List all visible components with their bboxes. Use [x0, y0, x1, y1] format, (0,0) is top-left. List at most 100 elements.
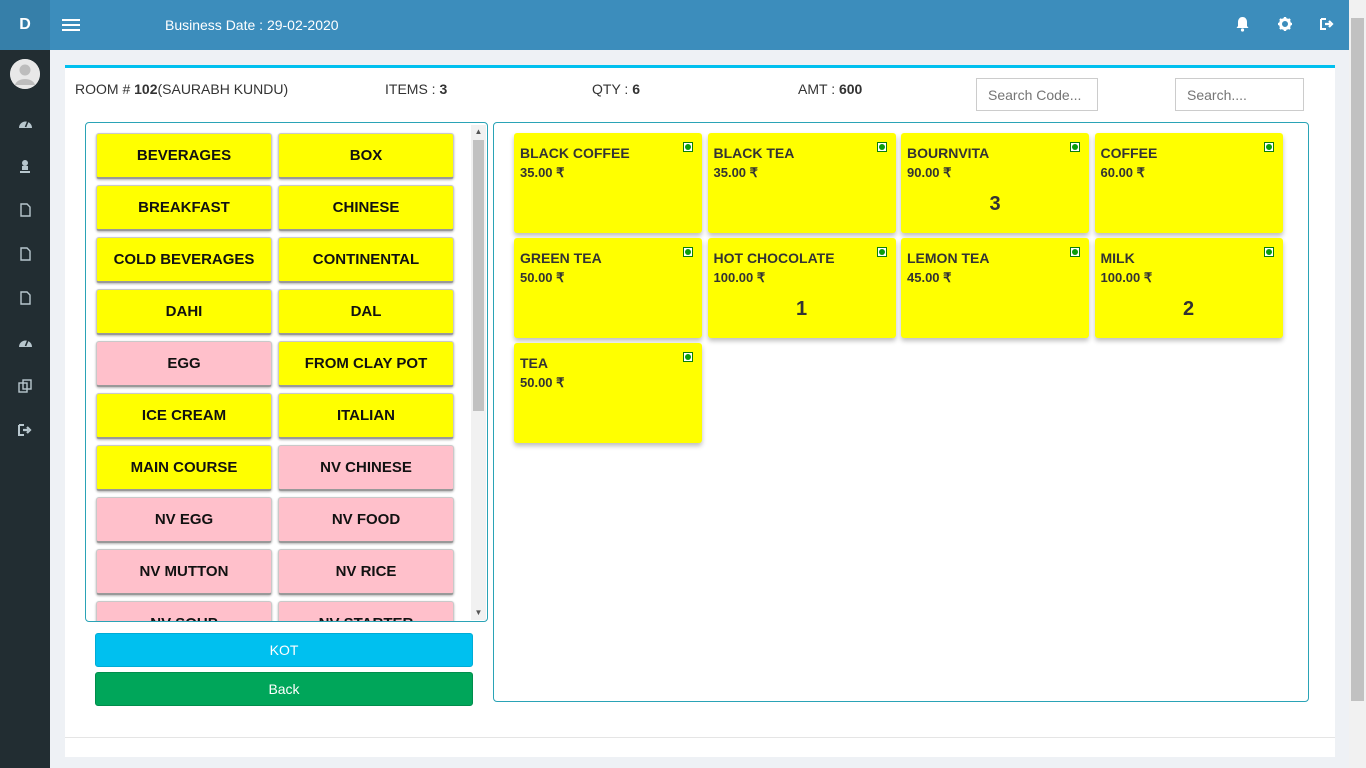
item-name: TEA [520, 355, 548, 371]
item-price: 35.00 ₹ [713, 165, 758, 180]
item-price: 35.00 ₹ [520, 165, 565, 180]
sign-out-icon[interactable] [15, 420, 35, 440]
qty-label: QTY : [592, 81, 633, 97]
item-name: BLACK TEA [713, 145, 795, 161]
avatar[interactable] [10, 59, 40, 89]
veg-indicator-icon [1263, 142, 1274, 152]
dashboard-icon[interactable] [15, 332, 35, 352]
category-button[interactable]: BEVERAGES [96, 133, 272, 179]
menu-item-tile[interactable]: LEMON TEA 45.00 ₹ [901, 238, 1089, 338]
amt-value: 600 [838, 81, 863, 97]
room-number: 102 [134, 81, 158, 97]
sign-out-icon[interactable] [1317, 14, 1337, 34]
room-info: ROOM # 102(SAURABH KUNDU) [75, 81, 288, 97]
amt-label: AMT : [798, 81, 839, 97]
veg-indicator-icon [1070, 142, 1080, 152]
hamburger-icon[interactable] [62, 15, 80, 35]
item-name: MILK [1100, 250, 1135, 266]
menu-items-panel: BLACK COFFEE 35.00 ₹ BLACK TEA 35.00 ₹ BOURN… [493, 122, 1309, 702]
dashboard-icon[interactable] [15, 113, 35, 133]
item-name: BLACK COFFEE [520, 145, 630, 161]
menu-item-tile[interactable]: BLACK COFFEE 35.00 ₹ [514, 133, 702, 233]
scroll-up-arrow-icon[interactable]: ▲ [471, 125, 486, 139]
footer [65, 737, 1335, 757]
item-name: COFFEE [1100, 145, 1158, 161]
category-button[interactable]: COLD BEVERAGES [96, 237, 272, 283]
menu-item-tile[interactable]: HOT CHOCOLATE 100.00 ₹ 1 [707, 238, 896, 338]
veg-indicator-icon [683, 142, 693, 152]
veg-indicator-icon [1263, 247, 1274, 257]
page-scrollbar-thumb[interactable] [1351, 18, 1364, 701]
items-value: 3 [439, 81, 448, 97]
file-icon[interactable] [15, 244, 35, 264]
file-icon[interactable] [15, 288, 35, 308]
item-name: LEMON TEA [907, 250, 990, 266]
room-label: ROOM # [75, 81, 135, 97]
item-name: GREEN TEA [520, 250, 602, 266]
item-price: 50.00 ₹ [520, 270, 565, 285]
file-icon[interactable] [15, 200, 35, 220]
category-button[interactable]: BOX [278, 133, 454, 179]
category-scrollbar-thumb[interactable] [473, 140, 484, 411]
item-name: HOT CHOCOLATE [713, 250, 835, 266]
item-quantity: 3 [989, 193, 1001, 215]
category-button[interactable]: MAIN COURSE [96, 445, 272, 491]
menu-item-tile[interactable]: BLACK TEA 35.00 ₹ [707, 133, 896, 233]
item-quantity: 2 [1182, 298, 1195, 320]
category-button[interactable]: ICE CREAM [96, 393, 272, 439]
menu-item-tile[interactable]: GREEN TEA 50.00 ₹ [514, 238, 702, 338]
category-button[interactable]: DAHI [96, 289, 272, 335]
amount-total: AMT : 600 [798, 81, 862, 97]
qty-count: QTY : 6 [592, 81, 640, 97]
search-code-input[interactable] [976, 78, 1098, 111]
category-button[interactable]: NV FOOD [278, 497, 454, 543]
top-navbar: D Business Date : 29-02-2020 [0, 0, 1366, 50]
item-price: 45.00 ₹ [907, 270, 952, 285]
business-date: Business Date : 29-02-2020 [165, 17, 339, 33]
page-scrollbar[interactable] [1349, 0, 1366, 768]
gear-icon[interactable] [1275, 14, 1295, 34]
user-icon[interactable] [15, 156, 35, 176]
category-button[interactable]: BREAKFAST [96, 185, 272, 231]
veg-indicator-icon [876, 142, 887, 152]
item-price: 90.00 ₹ [907, 165, 952, 180]
veg-indicator-icon [1070, 247, 1080, 257]
items-label: ITEMS : [385, 81, 440, 97]
category-button[interactable]: FROM CLAY POT [278, 341, 454, 387]
veg-indicator-icon [683, 352, 693, 362]
category-button[interactable]: NV MUTTON [96, 549, 272, 595]
menu-item-tile[interactable]: TEA 50.00 ₹ [514, 343, 702, 443]
category-button[interactable]: CHINESE [278, 185, 454, 231]
item-price: 50.00 ₹ [520, 375, 565, 390]
veg-indicator-icon [683, 247, 693, 257]
menu-item-tile[interactable]: COFFEE 60.00 ₹ [1094, 133, 1283, 233]
category-button[interactable]: DAL [278, 289, 454, 335]
veg-indicator-icon [876, 247, 887, 257]
items-count: ITEMS : 3 [385, 81, 447, 97]
menu-item-tile[interactable]: BOURNVITA 90.00 ₹ 3 [901, 133, 1089, 233]
item-quantity: 1 [795, 298, 808, 320]
category-scrollbar[interactable]: ▲ ▼ [471, 125, 486, 620]
scroll-down-arrow-icon[interactable]: ▼ [471, 606, 486, 620]
category-button[interactable]: EGG [96, 341, 272, 387]
category-button[interactable]: ITALIAN [278, 393, 454, 439]
item-name: BOURNVITA [907, 145, 990, 161]
copy-icon[interactable] [15, 376, 35, 396]
category-button[interactable]: CONTINENTAL [278, 237, 454, 283]
qty-value: 6 [632, 81, 640, 97]
search-input[interactable] [1175, 78, 1304, 111]
back-button[interactable]: Back [95, 672, 473, 706]
category-button[interactable]: NV STARTER [278, 601, 454, 621]
category-button[interactable]: NV EGG [96, 497, 272, 543]
kot-button[interactable]: KOT [95, 633, 473, 667]
bell-icon[interactable] [1232, 14, 1252, 34]
item-price: 100.00 ₹ [713, 270, 766, 285]
category-panel: BEVERAGES BOX BREAKFAST CHINESE COLD BEVERAG… [85, 122, 488, 622]
guest-name: (SAURABH KUNDU) [157, 81, 289, 97]
category-button[interactable]: NV CHINESE [278, 445, 454, 491]
category-button[interactable]: NV SOUP [96, 601, 272, 621]
category-button[interactable]: NV RICE [278, 549, 454, 595]
item-price: 60.00 ₹ [1100, 165, 1145, 180]
menu-item-tile[interactable]: MILK 100.00 ₹ 2 [1094, 238, 1283, 338]
brand-logo[interactable]: D [0, 0, 50, 50]
